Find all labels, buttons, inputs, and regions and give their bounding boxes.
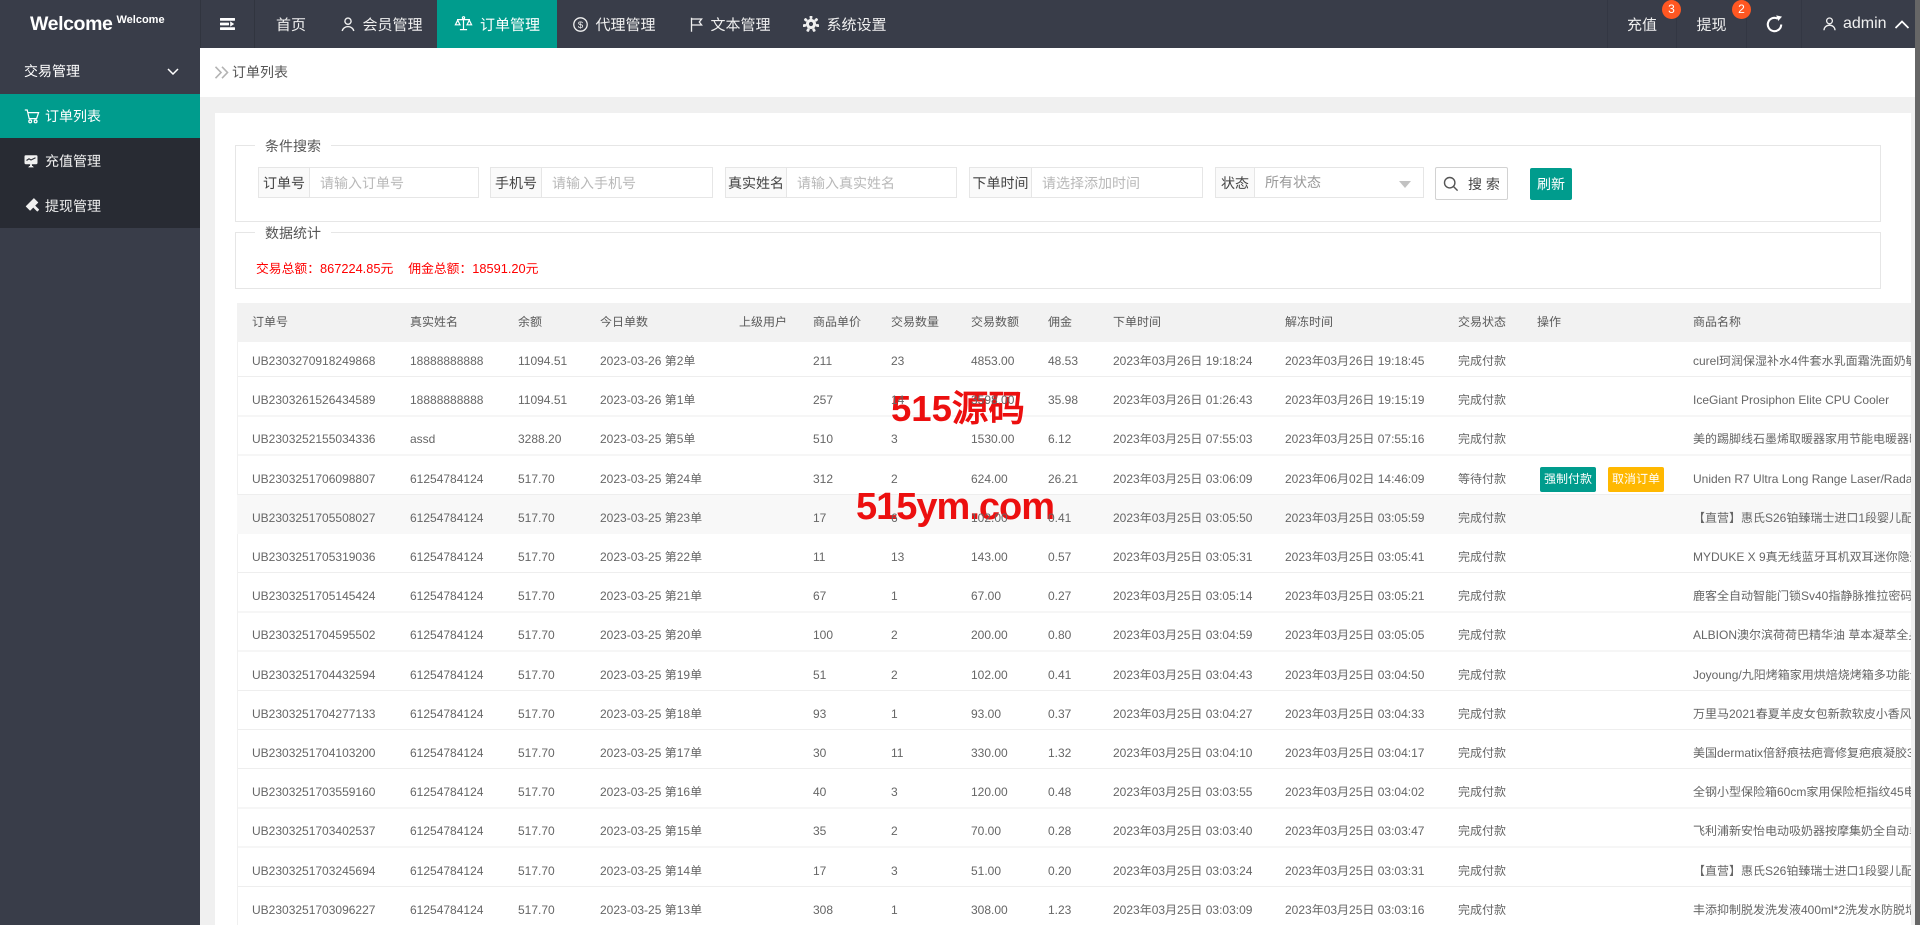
svg-text:$: $ (578, 20, 584, 31)
